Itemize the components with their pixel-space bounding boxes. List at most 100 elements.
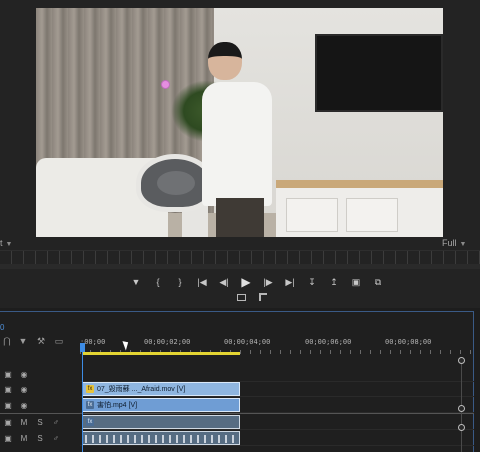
extract-button[interactable]: ↥ — [323, 274, 345, 290]
wrench-icon: ⚒ — [36, 335, 46, 346]
mic-icon[interactable]: ♂ — [48, 418, 64, 427]
crop-button[interactable] — [252, 290, 274, 304]
track-lane-v3[interactable] — [80, 366, 474, 382]
transport-controls: ▼ { } |◀ ◀| ▶ |▶ ▶| ↧ ↥ ▣ ⧉ — [125, 274, 389, 290]
export-frame-icon: ▣ — [351, 276, 361, 287]
clip-label: 07_毀雨蘇 ..._Afraid.mov [V] — [97, 386, 186, 393]
ruler-label: 00;00;08;00 — [385, 338, 432, 346]
audio-waveform — [85, 435, 237, 443]
timeline-settings-button[interactable]: ⚒ — [32, 336, 50, 347]
cabinet-door — [346, 198, 398, 232]
play-button[interactable]: ▶ — [235, 274, 257, 290]
snap-icon: ⋂ — [3, 335, 11, 346]
fx-badge: fx — [86, 418, 94, 426]
toggle-sync-icon[interactable]: ▣ — [0, 385, 16, 394]
clip-label: 害怕.mp4 [V] — [97, 402, 138, 409]
chair-cushion — [157, 171, 195, 195]
scene-tv — [315, 34, 443, 112]
snap-button[interactable]: ⋂ — [0, 336, 14, 347]
video-frame[interactable] — [36, 8, 443, 237]
clip-a1[interactable]: fx — [82, 415, 240, 429]
track-header-a1: ▣ M S ♂ — [0, 414, 80, 430]
ruler-label: 00;00;02;00 — [144, 338, 191, 346]
timeline-ruler[interactable]: ;00;00 00;00;02;00 00;00;04;00 00;00;06;… — [80, 330, 474, 354]
track-header-v1: ▣ ◉ — [0, 397, 80, 413]
anchor-point-marker[interactable] — [161, 80, 170, 89]
captions-icon: ▭ — [54, 335, 64, 346]
add-marker-button[interactable]: ▼ — [125, 274, 147, 290]
monitor-time-ruler[interactable] — [0, 250, 480, 264]
chevron-down-icon: ▼ — [459, 241, 467, 248]
person-body — [202, 82, 272, 206]
ruler-label: 00;00;04;00 — [224, 338, 271, 346]
resolution-select[interactable]: Full ▼ — [442, 238, 466, 248]
eye-icon[interactable]: ◉ — [16, 401, 32, 410]
eye-icon[interactable]: ◉ — [16, 370, 32, 379]
safe-margins-button[interactable] — [230, 290, 252, 304]
mute-button[interactable]: M — [16, 434, 32, 443]
zoom-level-value: t — [0, 238, 3, 248]
solo-button[interactable]: S — [32, 434, 48, 443]
fx-badge: fx — [86, 401, 94, 409]
person-legs — [216, 198, 264, 237]
eye-icon[interactable]: ◉ — [16, 385, 32, 394]
solo-button[interactable]: S — [32, 418, 48, 427]
scrollbar-knob-mid[interactable] — [458, 405, 465, 412]
resolution-value: Full — [442, 238, 457, 248]
person-head — [208, 42, 242, 80]
work-area-bar[interactable] — [82, 352, 240, 355]
scrollbar-knob-top[interactable] — [458, 357, 465, 364]
transport-controls-secondary — [230, 290, 274, 304]
chevron-down-icon: ▼ — [5, 241, 13, 248]
ruler-label: 00;00;06;00 — [305, 338, 352, 346]
timeline-tools: ⋂ ▼ ⚒ ▭ — [0, 334, 68, 348]
mark-in-button[interactable]: { — [147, 274, 169, 290]
fx-badge: fx — [86, 385, 94, 393]
cabinet-door — [286, 198, 338, 232]
go-to-in-icon: |◀ — [197, 276, 207, 287]
export-frame-button[interactable]: ▣ — [345, 274, 367, 290]
add-marker-tl-icon: ▼ — [18, 336, 28, 346]
mark-out-button[interactable]: } — [169, 274, 191, 290]
toggle-sync-icon[interactable]: ▣ — [0, 401, 16, 410]
clip-v2[interactable]: fx 07_毀雨蘇 ..._Afraid.mov [V] — [82, 382, 240, 396]
add-marker-timeline-button[interactable]: ▼ — [14, 336, 32, 346]
crop-icon — [259, 293, 267, 301]
captions-button[interactable]: ▭ — [50, 336, 68, 347]
extract-icon: ↥ — [330, 276, 338, 287]
zoom-level-select[interactable]: t ▼ — [0, 238, 12, 248]
clip-a2[interactable] — [82, 431, 240, 445]
comparison-view-icon: ⧉ — [374, 276, 382, 287]
step-forward-button[interactable]: |▶ — [257, 274, 279, 290]
step-forward-icon: |▶ — [263, 276, 273, 287]
add-marker-icon: ▼ — [131, 277, 141, 287]
playhead-line[interactable] — [82, 352, 83, 452]
go-to-out-icon: ▶| — [285, 276, 295, 287]
go-to-out-button[interactable]: ▶| — [279, 274, 301, 290]
timeline-current-time[interactable]: 0 — [0, 323, 4, 332]
scene-cabinet — [276, 180, 443, 237]
lift-icon: ↧ — [308, 276, 316, 287]
track-header-a2: ▣ M S ♂ — [0, 430, 80, 446]
program-monitor: t ▼ Full ▼ ▼ { } |◀ ◀| ▶ |▶ ▶| ↧ ↥ ▣ ⧉ — [0, 0, 480, 308]
mute-button[interactable]: M — [16, 418, 32, 427]
track-header-v3: ▣ ◉ — [0, 366, 80, 382]
step-back-button[interactable]: ◀| — [213, 274, 235, 290]
playhead-handle[interactable] — [80, 343, 85, 352]
monitor-scrollbar[interactable] — [0, 264, 480, 269]
lift-button[interactable]: ↧ — [301, 274, 323, 290]
scrollbar-knob-bottom[interactable] — [458, 424, 465, 431]
step-back-icon: ◀| — [219, 276, 229, 287]
mark-out-icon: } — [178, 277, 182, 287]
track-header-v2: ▣ ◉ — [0, 381, 80, 397]
play-icon: ▶ — [241, 275, 251, 289]
toggle-sync-icon[interactable]: ▣ — [0, 370, 16, 379]
toggle-sync-icon[interactable]: ▣ — [0, 434, 16, 443]
toggle-sync-icon[interactable]: ▣ — [0, 418, 16, 427]
clip-v1[interactable]: fx 害怕.mp4 [V] — [82, 398, 240, 412]
mic-icon[interactable]: ♂ — [48, 434, 64, 443]
safe-margins-icon — [236, 293, 246, 301]
comparison-view-button[interactable]: ⧉ — [367, 274, 389, 290]
go-to-in-button[interactable]: |◀ — [191, 274, 213, 290]
mark-in-icon: { — [156, 277, 160, 287]
